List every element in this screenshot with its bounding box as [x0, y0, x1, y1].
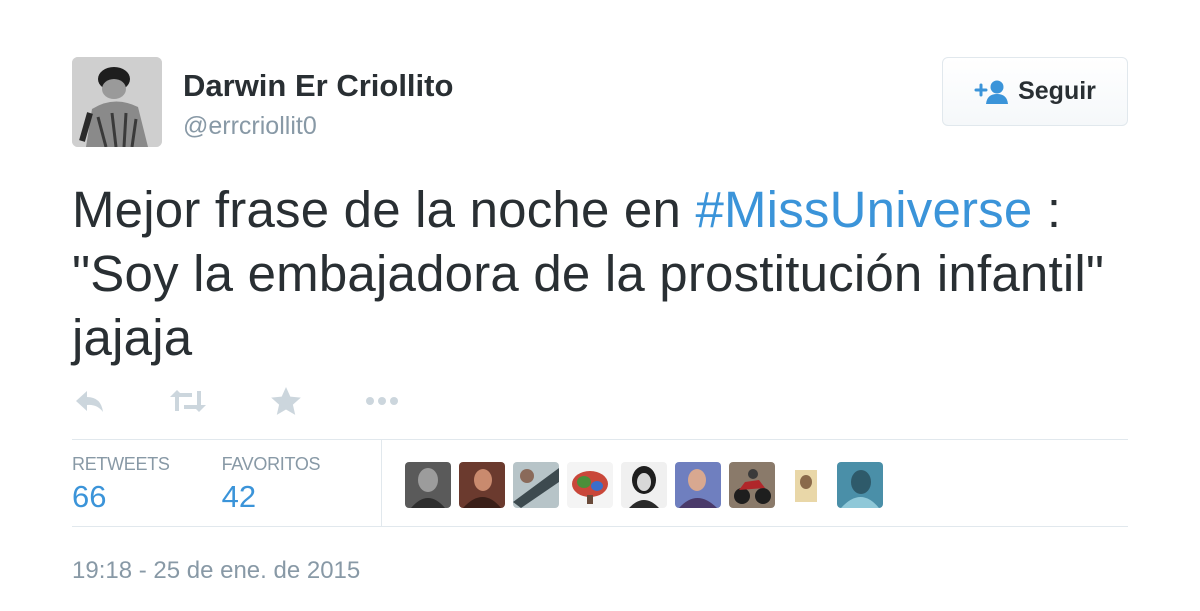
retweet-icon	[168, 386, 208, 416]
favorites-label: FAVORITOS	[221, 454, 321, 474]
more-button[interactable]	[364, 395, 400, 407]
follow-button-label: Seguir	[1018, 77, 1096, 105]
add-user-icon	[974, 79, 1009, 105]
stats-separator	[381, 440, 382, 526]
author-avatar-image	[72, 57, 162, 147]
retweets-stat[interactable]: RETWEETS 66	[72, 440, 170, 526]
tweet-text: Mejor frase de la noche en #MissUniverse…	[72, 178, 1162, 370]
favoriter-avatar[interactable]	[729, 462, 775, 508]
favoriter-avatar[interactable]	[459, 462, 505, 508]
divider-bottom	[72, 526, 1128, 527]
tweet-stats: RETWEETS 66 FAVORITOS 42	[72, 440, 372, 526]
retweets-count: 66	[72, 479, 107, 514]
favoriter-avatar[interactable]	[567, 462, 613, 508]
author-handle[interactable]: @errcriollit0	[183, 112, 317, 141]
favoriter-avatar[interactable]	[405, 462, 451, 508]
retweet-button[interactable]	[168, 386, 208, 416]
favorites-count: 42	[221, 479, 257, 514]
reply-button[interactable]	[72, 386, 106, 416]
favoriter-avatar[interactable]	[783, 462, 829, 508]
hashtag-link[interactable]: #MissUniverse	[695, 181, 1032, 238]
favoriter-avatar[interactable]	[513, 462, 559, 508]
favoriter-avatar[interactable]	[621, 462, 667, 508]
tweet-actions	[72, 386, 462, 416]
favoriter-avatar[interactable]	[837, 462, 883, 508]
tweet-text-before: Mejor frase de la noche en	[72, 181, 696, 238]
author-avatar[interactable]	[72, 57, 162, 147]
follow-button[interactable]: Seguir	[942, 57, 1128, 126]
star-icon	[270, 386, 302, 416]
author-name[interactable]: Darwin Er Criollito	[183, 68, 453, 104]
favorite-button[interactable]	[270, 386, 302, 416]
favorited-by-avatars	[405, 462, 891, 508]
retweets-label: RETWEETS	[72, 454, 170, 474]
favoriter-avatar[interactable]	[675, 462, 721, 508]
tweet-timestamp[interactable]: 19:18 - 25 de ene. de 2015	[72, 557, 360, 585]
more-icon	[364, 395, 400, 407]
reply-icon	[72, 386, 106, 416]
favorites-stat[interactable]: FAVORITOS 42	[222, 440, 321, 526]
